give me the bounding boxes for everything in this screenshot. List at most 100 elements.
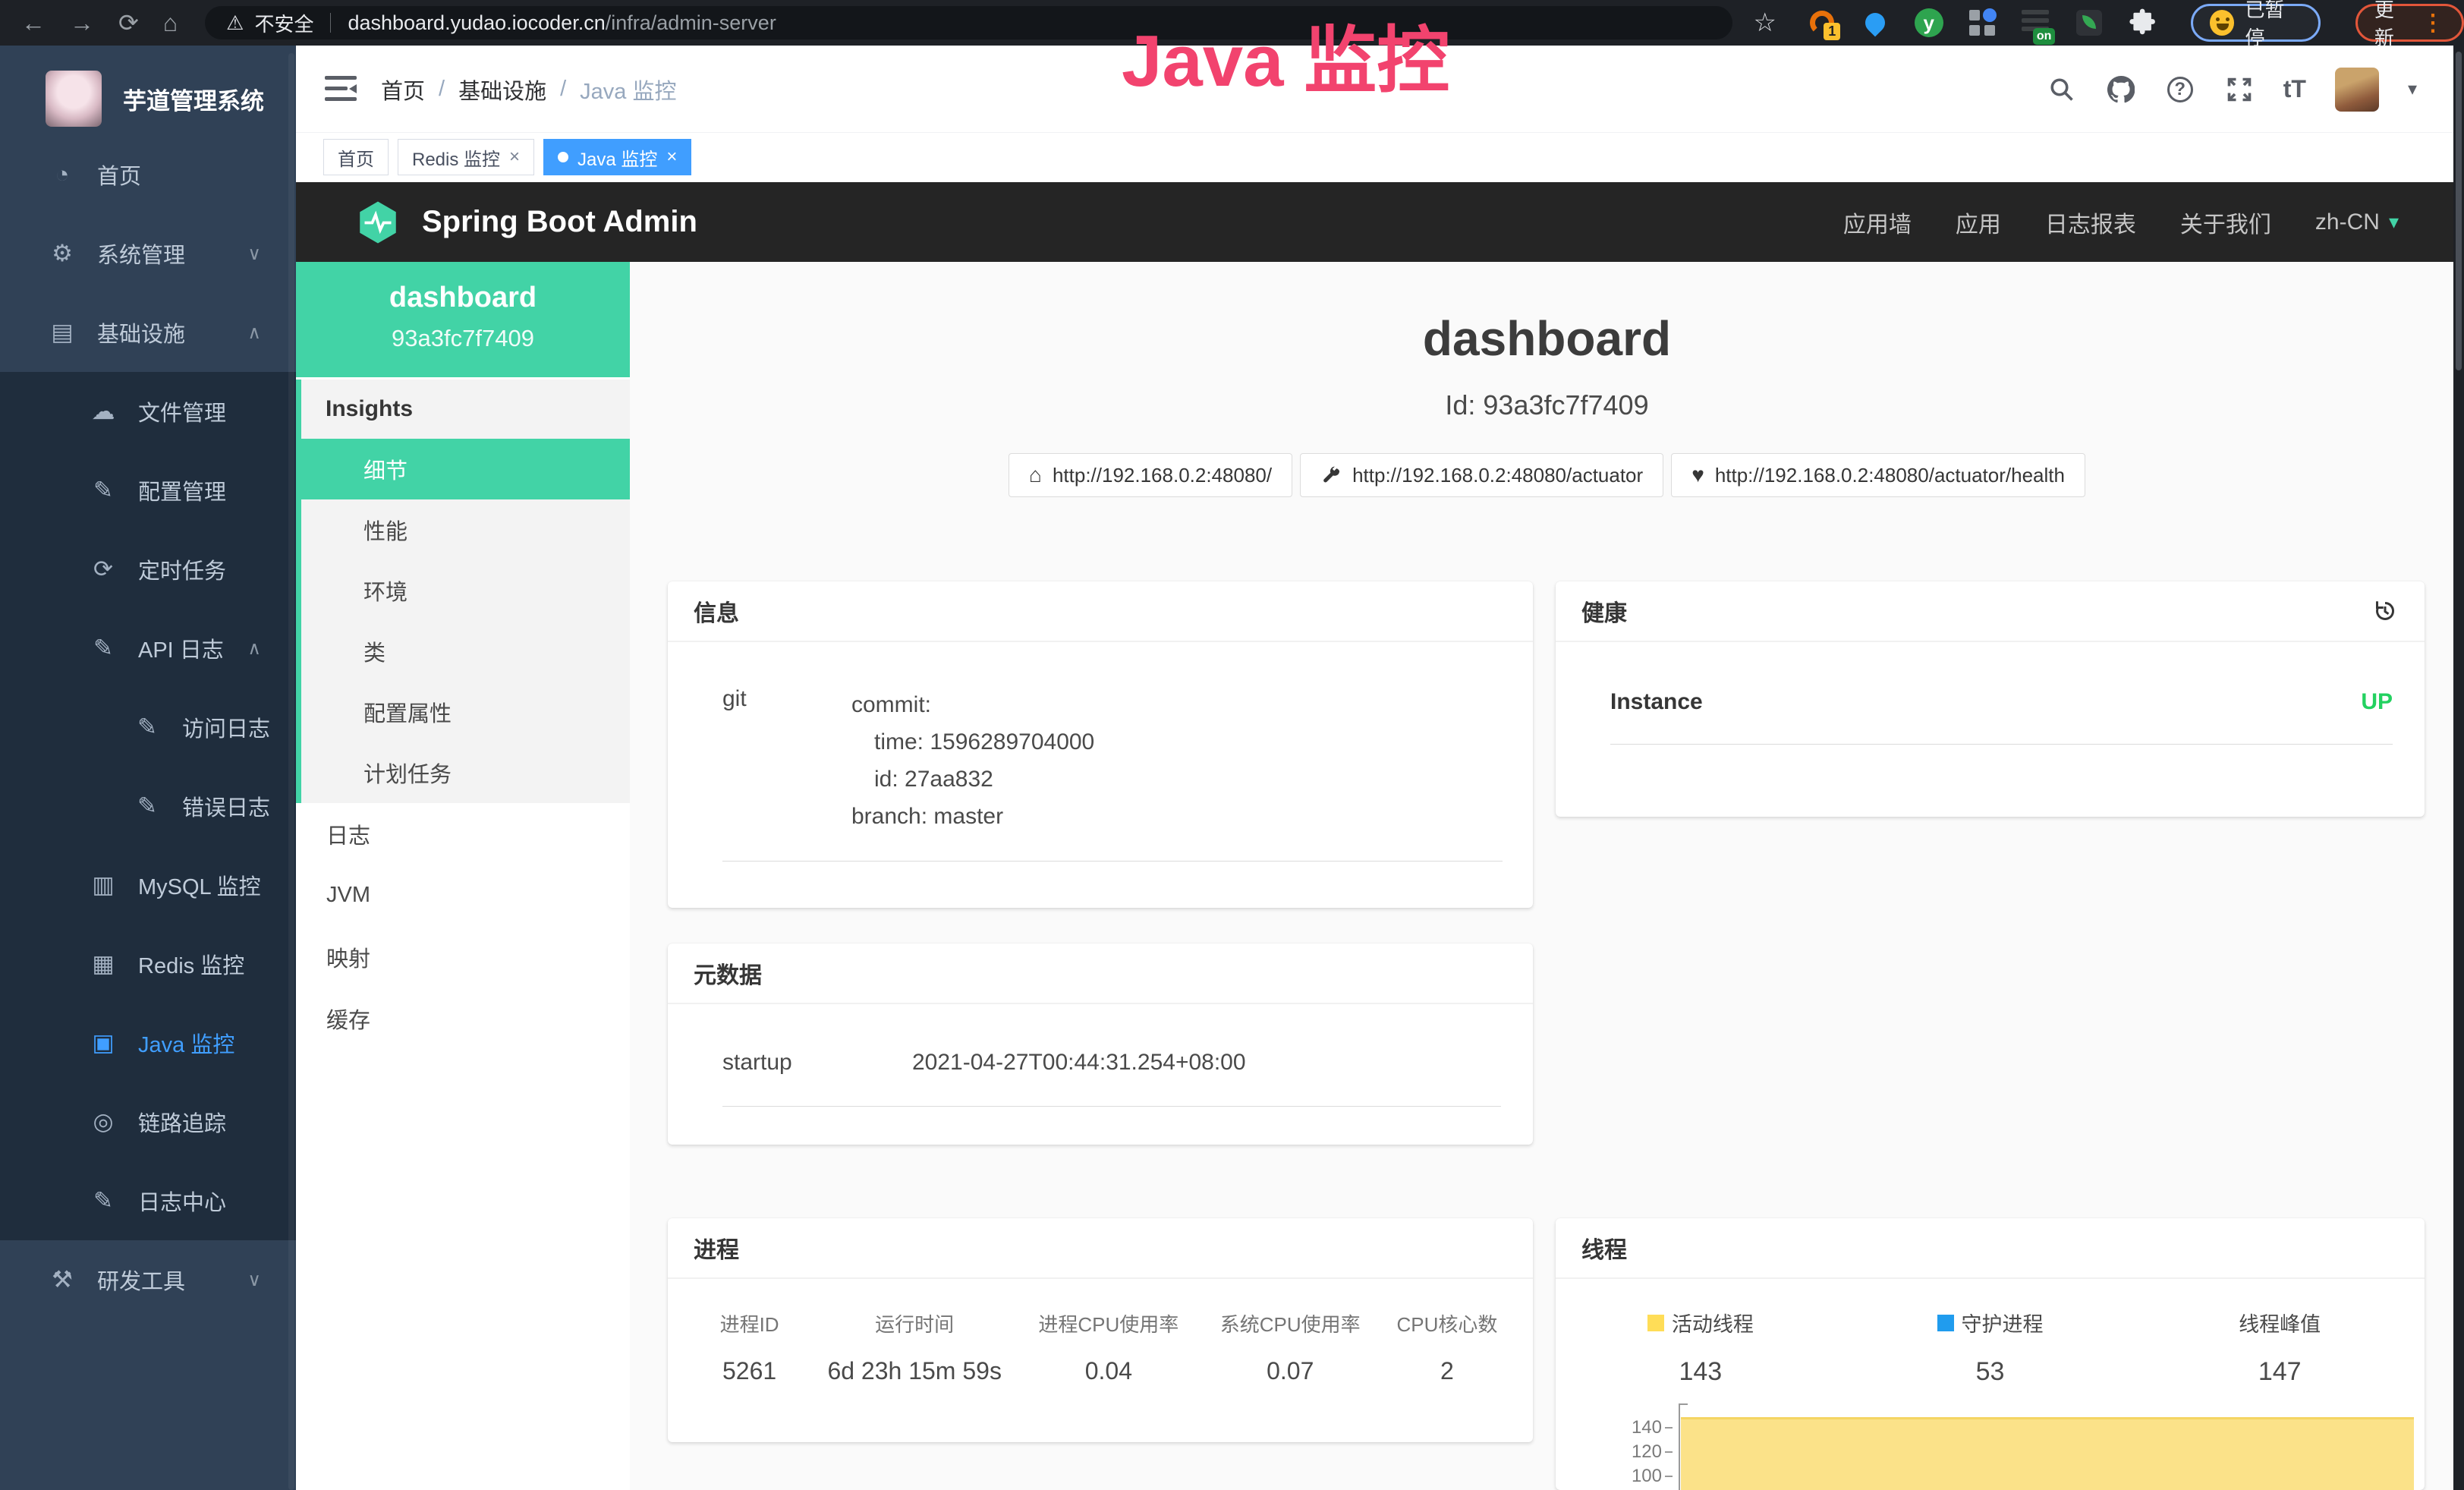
extension-sprout-icon[interactable] [2073,7,2104,39]
sba-menu-scheduled[interactable]: 计划任务 [301,742,630,803]
github-icon[interactable] [2106,74,2136,105]
sidebar-item-home[interactable]: ◔ 首页 [0,135,296,214]
metadata-key: startup [722,1050,912,1076]
grid-icon [1969,10,1995,36]
metadata-card: 元数据 startup 2021-04-27T00:44:31.254+08:0… [668,943,1533,1145]
sidebar-scrollbar[interactable] [288,53,294,1490]
search-icon[interactable] [2047,74,2077,105]
tab-redis-monitor[interactable]: Redis 监控 × [398,139,534,175]
breadcrumb-home[interactable]: 首页 [381,74,425,106]
sidebar-item-mysql-monitor[interactable]: ▥ MySQL 监控 [0,846,296,925]
sba-brand[interactable]: Spring Boot Admin [355,200,697,245]
browser-update-button[interactable]: 更新 ⋮ [2355,4,2464,42]
threads-chart: 140 120 100 [1556,1397,2425,1490]
tab-label: 首页 [338,144,374,171]
tab-java-monitor[interactable]: Java 监控 × [543,139,691,175]
app-logo-row[interactable]: 芋道管理系统 [0,46,296,135]
hamburger-icon[interactable] [325,76,357,102]
sidebar-item-java-monitor[interactable]: ▣ Java 监控 [0,1003,296,1082]
font-size-icon[interactable]: tT [2283,75,2306,103]
eye-icon: ◎ [87,1108,120,1136]
sidebar-item-config-management[interactable]: ✎ 配置管理 [0,451,296,530]
sba-menu-config-props[interactable]: 配置属性 [301,682,630,742]
info-row-label: git [722,686,851,835]
browser-menu-icon[interactable]: ⋮ [2422,10,2445,36]
gauge-icon: ◔ [46,161,79,188]
avatar-caret-icon[interactable]: ▾ [2408,78,2417,100]
home-icon[interactable]: ⌂ [163,0,178,46]
metadata-row: startup 2021-04-27T00:44:31.254+08:00 [722,1050,1501,1107]
sidebar-item-file-management[interactable]: ☁ 文件管理 [0,372,296,451]
reload-icon[interactable]: ⟳ [118,0,139,46]
cell-uptime: 6d 23h 15m 59s [811,1357,1018,1385]
sba-nav-wallboard[interactable]: 应用墙 [1843,206,1912,239]
sidebar-item-dev-tools[interactable]: ⚒ 研发工具 ∨ [0,1240,296,1319]
sba-menu-environment[interactable]: 环境 [301,560,630,621]
tab-home[interactable]: 首页 [323,139,389,175]
sba-menu-details[interactable]: 细节 [301,439,630,499]
extension-y-icon[interactable]: y [1914,7,1944,39]
app-logo [46,71,102,127]
sidebar-item-log-center[interactable]: ✎ 日志中心 [0,1161,296,1240]
daemon-threads-value: 53 [1846,1357,2135,1387]
profile-paused-chip[interactable]: 已暂停 [2191,4,2321,42]
health-card: 健康 Instance UP [1556,581,2425,817]
extension-on-icon[interactable]: on [2020,7,2050,39]
sidebar-item-redis-monitor[interactable]: ▦ Redis 监控 [0,925,296,1003]
log-icon: ✎ [131,792,164,820]
endpoint-health[interactable]: ♥ http://192.168.0.2:48080/actuator/heal… [1671,453,2085,497]
history-icon[interactable] [2371,597,2399,625]
sba-menu-classes[interactable]: 类 [301,621,630,682]
user-avatar[interactable] [2335,68,2379,112]
process-table: 进程ID 运行时间 进程CPU使用率 系统CPU使用率 CPU核心数 5261 … [688,1309,1513,1385]
insights-section-label: Insights [301,380,630,439]
endpoint-actuator[interactable]: http://192.168.0.2:48080/actuator [1300,453,1663,497]
security-label[interactable]: 不安全 [254,9,313,37]
col-header: 系统CPU使用率 [1200,1309,1381,1357]
scrollbar-thumb[interactable] [2456,52,2462,370]
sba-locale-select[interactable]: zh-CN ▾ [2315,209,2399,235]
extension-pin-icon[interactable] [1860,7,1890,39]
sba-nav-about[interactable]: 关于我们 [2180,206,2271,239]
sidebar-item-api-logs[interactable]: ✎ API 日志 ∧ [0,609,296,688]
close-icon[interactable]: × [509,146,520,168]
fullscreen-icon[interactable] [2224,74,2255,105]
extension-orange-icon[interactable]: 1 [1807,7,1837,39]
endpoint-home[interactable]: ⌂ http://192.168.0.2:48080/ [1009,453,1292,497]
address-bar[interactable]: ⚠ 不安全 dashboard.yudao.iocoder.cn /infra/… [205,6,1732,39]
sidebar-menu: ◔ 首页 ⚙ 系统管理 ∨ ▤ 基础设施 ∧ ☁ 文件管理 ✎ 配置管理 ⟳ 定… [0,135,296,1319]
close-icon[interactable]: × [666,146,677,168]
threads-card-body: 活动线程 守护进程 线程峰值 143 53 147 140 120 100 [1556,1279,2425,1490]
sba-nav-journal[interactable]: 日志报表 [2045,206,2136,239]
bookmark-star-icon[interactable]: ☆ [1754,8,1776,38]
sidebar-item-tracing[interactable]: ◎ 链路追踪 [0,1082,296,1161]
extensions-puzzle-icon[interactable] [2127,7,2157,39]
card-title: 健康 [1581,594,1627,628]
emoji-avatar [2210,10,2234,36]
infrastructure-icon: ▤ [46,319,79,346]
help-icon[interactable]: ? [2165,74,2195,105]
breadcrumb-infra[interactable]: 基础设施 [458,74,546,106]
sba-menu-metrics[interactable]: 性能 [301,499,630,560]
sidebar-item-system[interactable]: ⚙ 系统管理 ∨ [0,214,296,293]
edit-icon: ✎ [87,477,120,504]
update-label: 更新 [2374,0,2411,51]
sba-nav-applications[interactable]: 应用 [1956,206,2001,239]
sba-menu-logs[interactable]: 日志 [296,803,630,865]
back-icon[interactable]: ← [21,0,46,46]
sidebar-item-access-logs[interactable]: ✎ 访问日志 [0,688,296,767]
sba-menu-jvm[interactable]: JVM [296,865,630,926]
status-badge: UP [2361,689,2393,715]
gear-icon: ⚙ [46,240,79,267]
sidebar-item-scheduled-tasks[interactable]: ⟳ 定时任务 [0,530,296,609]
log-icon: ✎ [87,635,120,662]
sidebar-item-label: 文件管理 [138,395,226,427]
sidebar-item-infra[interactable]: ▤ 基础设施 ∧ [0,293,296,372]
extension-grid-icon[interactable] [1967,7,1997,39]
page-scrollbar[interactable] [2453,46,2464,1490]
sidebar-item-error-logs[interactable]: ✎ 错误日志 [0,767,296,846]
sba-menu-caches[interactable]: 缓存 [296,988,630,1049]
row-divider [722,861,1503,862]
sba-menu-mappings[interactable]: 映射 [296,926,630,988]
forward-icon[interactable]: → [70,0,94,46]
